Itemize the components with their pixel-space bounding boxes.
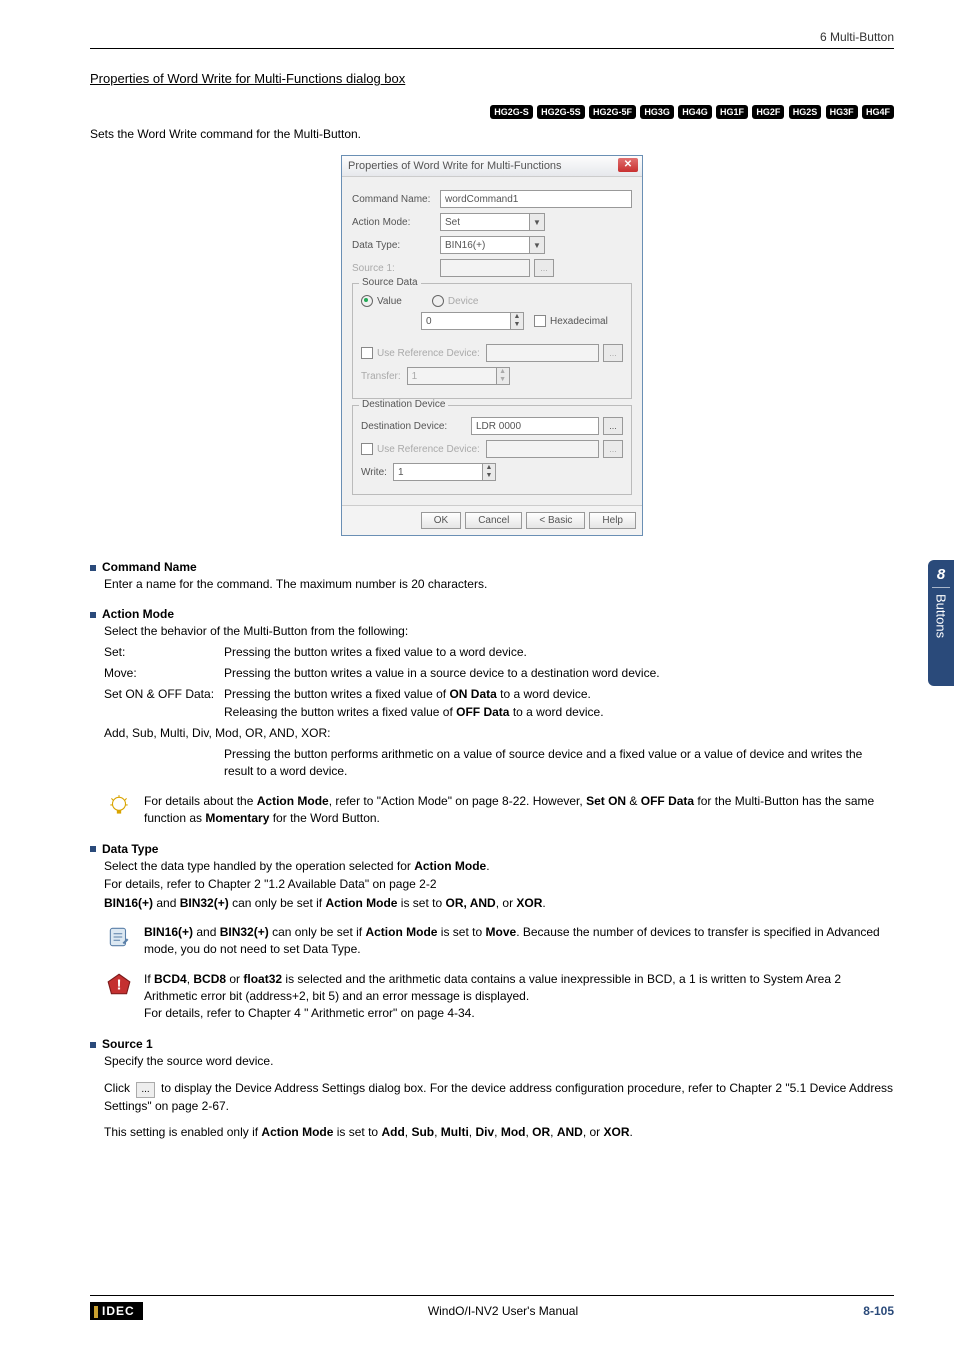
badge: HG3F — [826, 105, 858, 119]
data-type-heading: Data Type — [90, 842, 894, 856]
command-name-input[interactable]: wordCommand1 — [440, 190, 632, 208]
help-button[interactable]: Help — [589, 512, 636, 529]
source1-l1: Specify the source word device. — [104, 1053, 894, 1070]
transfer-stepper: 1 — [407, 367, 497, 385]
warning-note: ! If BCD4, BCD8 or float32 is selected a… — [104, 971, 894, 1023]
lightbulb-icon — [104, 793, 134, 824]
tip-note: For details about the Action Mode, refer… — [104, 793, 894, 828]
close-icon[interactable]: ✕ — [618, 158, 638, 172]
ok-button[interactable]: OK — [421, 512, 461, 529]
page-footer: IDEC WindO/I-NV2 User's Manual 8-105 — [90, 1295, 894, 1320]
page-header: 6 Multi-Button — [90, 30, 894, 49]
dest-use-ref-input — [486, 440, 599, 458]
destination-legend: Destination Device — [359, 399, 448, 410]
badge: HG2G-5F — [589, 105, 636, 119]
dest-use-ref-label: Use Reference Device: — [377, 444, 480, 455]
page-number: 8-105 — [863, 1304, 894, 1318]
action-mode-lead: Select the behavior of the Multi-Button … — [104, 623, 894, 640]
badge: HG1F — [716, 105, 748, 119]
warning-icon: ! — [104, 971, 134, 1002]
badge: HG2S — [789, 105, 822, 119]
dialog-titlebar: Properties of Word Write for Multi-Funct… — [342, 156, 642, 177]
browse-button: ... — [534, 259, 554, 277]
chevron-down-icon[interactable]: ▼ — [530, 213, 545, 231]
chapter-side-tab: 8 Buttons — [928, 560, 954, 686]
source-data-legend: Source Data — [359, 277, 421, 288]
device-radio[interactable] — [432, 295, 444, 307]
use-ref-input — [486, 344, 599, 362]
chevron-down-icon[interactable]: ▼ — [530, 236, 545, 254]
note-icon — [104, 924, 134, 955]
properties-dialog: Properties of Word Write for Multi-Funct… — [341, 155, 643, 536]
source1-input — [440, 259, 530, 277]
def-math-desc: Pressing the button performs arithmetic … — [104, 746, 894, 781]
transfer-label: Transfer: — [361, 371, 401, 382]
basic-button[interactable]: < Basic — [526, 512, 585, 529]
write-label: Write: — [361, 467, 387, 478]
badge: HG2G-5S — [537, 105, 585, 119]
command-name-heading: Command Name — [90, 560, 894, 574]
data-type-l2: For details, refer to Chapter 2 "1.2 Ava… — [104, 876, 894, 893]
hex-checkbox[interactable] — [534, 315, 546, 327]
use-ref-checkbox — [361, 347, 373, 359]
command-name-desc: Enter a name for the command. The maximu… — [104, 576, 894, 593]
info-note: BIN16(+) and BIN32(+) can only be set if… — [104, 924, 894, 959]
action-mode-heading: Action Mode — [90, 607, 894, 621]
section-title: Properties of Word Write for Multi-Funct… — [90, 71, 894, 86]
chapter-label: Buttons — [934, 594, 949, 638]
dest-device-label: Destination Device: — [361, 421, 471, 432]
source1-l3: This setting is enabled only if Action M… — [104, 1124, 894, 1141]
browse-button[interactable]: ... — [603, 417, 623, 435]
value-radio-label: Value — [377, 296, 402, 307]
def-move: Move:Pressing the button writes a value … — [104, 665, 894, 682]
command-name-label: Command Name: — [352, 194, 440, 205]
badge: HG4F — [862, 105, 894, 119]
def-setonoff: Set ON & OFF Data: Pressing the button w… — [104, 686, 894, 721]
spinner-icon[interactable]: ▲▼ — [511, 312, 524, 330]
spinner-icon[interactable]: ▲▼ — [483, 463, 496, 481]
hex-label: Hexadecimal — [550, 316, 608, 327]
browse-button-inline[interactable]: ... — [136, 1082, 154, 1098]
value-radio[interactable] — [361, 295, 373, 307]
brand-logo: IDEC — [90, 1302, 143, 1320]
dest-use-ref-checkbox — [361, 443, 373, 455]
source-data-group: Source Data Value Device 0▲▼ Hexadecimal — [352, 283, 632, 399]
def-math-term: Add, Sub, Multi, Div, Mod, OR, AND, XOR: — [104, 725, 894, 742]
badge: HG3G — [640, 105, 674, 119]
dialog-title-text: Properties of Word Write for Multi-Funct… — [348, 160, 562, 172]
def-set: Set:Pressing the button writes a fixed v… — [104, 644, 894, 661]
write-stepper[interactable]: 1 — [393, 463, 483, 481]
svg-text:!: ! — [116, 976, 121, 993]
model-badges: HG2G-S HG2G-5S HG2G-5F HG3G HG4G HG1F HG… — [90, 104, 894, 119]
footer-manual: WindO/I-NV2 User's Manual — [428, 1304, 578, 1318]
chapter-number: 8 — [932, 566, 950, 588]
dest-device-input[interactable]: LDR 0000 — [471, 417, 599, 435]
source1-label: Source 1: — [352, 263, 440, 274]
intro-text: Sets the Word Write command for the Mult… — [90, 127, 894, 141]
destination-group: Destination Device Destination Device: L… — [352, 405, 632, 495]
browse-button: ... — [603, 440, 623, 458]
source1-l2: Click ... to display the Device Address … — [104, 1080, 894, 1115]
value-stepper[interactable]: 0 — [421, 312, 511, 330]
action-mode-select[interactable]: Set — [440, 213, 530, 231]
data-type-l3: BIN16(+) and BIN32(+) can only be set if… — [104, 895, 894, 912]
badge: HG2F — [752, 105, 784, 119]
cancel-button[interactable]: Cancel — [465, 512, 522, 529]
data-type-label: Data Type: — [352, 240, 440, 251]
data-type-select[interactable]: BIN16(+) — [440, 236, 530, 254]
device-radio-label: Device — [448, 296, 479, 307]
source1-heading: Source 1 — [90, 1037, 894, 1051]
badge: HG2G-S — [490, 105, 533, 119]
badge: HG4G — [678, 105, 712, 119]
browse-button: ... — [603, 344, 623, 362]
spinner-icon: ▲▼ — [497, 367, 510, 385]
use-ref-label: Use Reference Device: — [377, 348, 480, 359]
data-type-l1: Select the data type handled by the oper… — [104, 858, 894, 875]
action-mode-label: Action Mode: — [352, 217, 440, 228]
